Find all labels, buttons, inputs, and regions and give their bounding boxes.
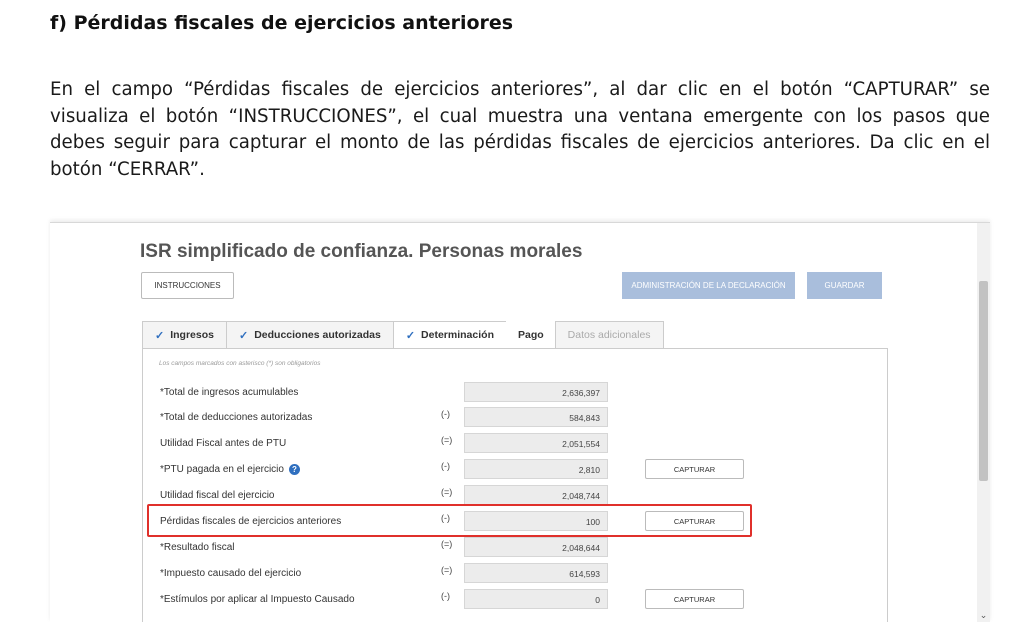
field-label: *Total de deducciones autorizadas	[160, 412, 312, 423]
operator-label: (-)	[441, 461, 450, 471]
tab-label: Pago	[517, 328, 544, 341]
check-icon: ✓	[405, 329, 416, 342]
amount-field[interactable]: 614,593	[464, 563, 608, 583]
form-row: *Impuesto causado del ejercicio (=) 614,59…	[143, 563, 889, 583]
form-row: Utilidad fiscal del ejercicio (=) 2,048,74…	[143, 485, 889, 505]
scroll-thumb[interactable]	[979, 281, 988, 481]
operator-label: (=)	[441, 539, 453, 549]
amount-field[interactable]: 0	[464, 589, 608, 609]
save-button[interactable]: GUARDAR	[807, 272, 882, 299]
field-label: *Impuesto causado del ejercicio	[160, 568, 301, 579]
operator-label: (=)	[441, 565, 453, 575]
amount-field[interactable]: 2,810	[464, 459, 608, 479]
form-row: *PTU pagada en el ejercicio? (-) 2,810 CAPT…	[143, 459, 889, 479]
form-row: *Total de ingresos acumulables 2,636,397	[143, 382, 889, 402]
tab-determinación[interactable]: ✓ Determinación	[392, 321, 507, 348]
operator-label: (-)	[441, 591, 450, 601]
field-label-text: *Total de deducciones autorizadas	[160, 412, 313, 423]
required-note: Los campos marcados con asterisco (*) so…	[159, 360, 321, 367]
check-icon: ✓	[238, 329, 249, 342]
document-heading: f) Pérdidas fiscales de ejercicios anter…	[50, 12, 514, 34]
field-label-text: *Estímulos por aplicar al Impuesto Causa…	[160, 594, 355, 605]
field-label: Utilidad fiscal del ejercicio	[160, 490, 275, 501]
tab-bar: ✓ Ingresos ✓ Deducciones autorizadas ✓ Determ…	[142, 321, 664, 348]
form-screenshot: ISR simplificado de confianza. Personas …	[50, 222, 990, 622]
amount-field[interactable]: 2,048,744	[464, 485, 608, 505]
admin-declaration-button[interactable]: ADMINISTRACIÓN DE LA DECLARACIÓN	[622, 272, 795, 299]
tab-label: Datos adicionales	[567, 329, 651, 341]
tab-label: Deducciones autorizadas	[254, 329, 381, 341]
field-label-text: *Resultado fiscal	[160, 542, 235, 553]
form-title: ISR simplificado de confianza. Personas …	[140, 241, 583, 262]
check-icon: ✓	[155, 329, 165, 342]
document-paragraph: En el campo “Pérdidas fiscales de ejerci…	[50, 79, 990, 180]
field-label-text: Utilidad Fiscal antes de PTU	[160, 438, 287, 449]
scrollbar[interactable]: ⌄	[977, 223, 990, 622]
operator-label: (=)	[441, 435, 453, 445]
field-label-text: Utilidad fiscal del ejercicio	[160, 490, 275, 501]
tab-pago[interactable]: Pago	[505, 321, 556, 348]
tab-ingresos[interactable]: ✓ Ingresos	[142, 321, 227, 348]
amount-field[interactable]: 2,048,644	[464, 537, 608, 557]
tab-deducciones-autorizadas[interactable]: ✓ Deducciones autorizadas	[225, 321, 394, 348]
tab-label: Ingresos	[170, 329, 214, 341]
form-row: Utilidad Fiscal antes de PTU (=) 2,051,554	[143, 433, 889, 453]
amount-field[interactable]: 584,843	[464, 407, 608, 427]
tab-label: Determinación	[421, 329, 494, 341]
operator-label: (=)	[441, 487, 453, 497]
field-label-text: *Total de ingresos acumulables	[160, 387, 299, 398]
field-label-text: *PTU pagada en el ejercicio	[160, 464, 284, 476]
determination-panel: Los campos marcados con asterisco (*) so…	[142, 348, 888, 622]
field-label: *Total de ingresos acumulables	[160, 387, 298, 398]
field-label: *Resultado fiscal	[160, 542, 234, 553]
form-row: *Estímulos por aplicar al Impuesto Causa…	[143, 589, 889, 609]
amount-field[interactable]: 2,051,554	[464, 433, 608, 453]
capture-button[interactable]: CAPTURAR	[645, 589, 744, 609]
field-label-text: *Impuesto causado del ejercicio	[160, 568, 302, 579]
field-label: Utilidad Fiscal antes de PTU	[160, 438, 286, 449]
instructions-button[interactable]: INSTRUCCIONES	[141, 272, 234, 299]
capture-button[interactable]: CAPTURAR	[645, 459, 744, 479]
field-label: *PTU pagada en el ejercicio?	[160, 464, 300, 475]
field-label: *Estímulos por aplicar al Impuesto Causa…	[160, 594, 355, 605]
tab-datos-adicionales[interactable]: Datos adicionales	[554, 321, 664, 348]
chevron-down-icon[interactable]: ⌄	[977, 610, 990, 621]
help-icon[interactable]: ?	[288, 464, 300, 475]
amount-field[interactable]: 2,636,397	[464, 382, 608, 402]
highlight-box	[147, 504, 752, 537]
form-row: *Resultado fiscal (=) 2,048,644	[143, 537, 889, 557]
form-row: *Total de deducciones autorizadas (-) 584,…	[143, 407, 889, 427]
operator-label: (-)	[441, 409, 450, 419]
